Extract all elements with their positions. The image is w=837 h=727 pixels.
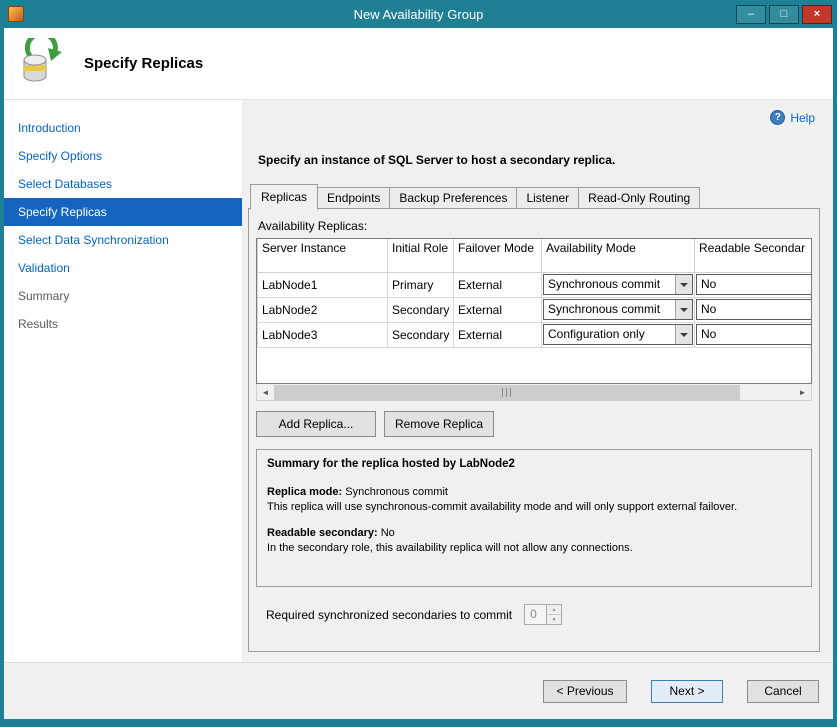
table-row: LabNode1 Primary External Synchronous co…: [258, 272, 813, 297]
tab-replicas[interactable]: Replicas: [250, 184, 318, 210]
scrollbar-grip-icon: [502, 388, 512, 397]
chevron-down-icon: [680, 283, 688, 287]
availability-replicas-grid: Server Instance Initial Role Failover Mo…: [256, 238, 812, 384]
sidebar-item-validation[interactable]: Validation: [4, 254, 242, 282]
spinner-value: 0: [525, 605, 546, 624]
app-icon: [8, 6, 24, 22]
help-link[interactable]: ? Help: [770, 110, 815, 125]
column-header-server-instance: Server Instance: [258, 239, 388, 272]
replica-mode-label: Replica mode:: [267, 486, 342, 498]
wizard-header: Specify Replicas: [4, 28, 833, 100]
column-header-readable-secondary: Readable Secondar: [695, 239, 813, 272]
sidebar-item-specify-replicas[interactable]: Specify Replicas: [4, 198, 242, 226]
readable-secondary-label: Readable secondary:: [267, 527, 378, 539]
maximize-button[interactable]: □: [769, 5, 799, 24]
readable-secondary-dropdown[interactable]: No: [696, 324, 812, 345]
wizard-footer: < Previous Next > Cancel: [4, 662, 833, 719]
remove-replica-button[interactable]: Remove Replica: [384, 411, 494, 437]
availability-mode-dropdown[interactable]: Synchronous commit: [543, 274, 693, 295]
secondaries-to-commit-spinner[interactable]: 0 ▲ ▼: [524, 604, 562, 625]
instruction-text: Specify an instance of SQL Server to hos…: [258, 153, 820, 167]
cell-failover-mode: External: [454, 297, 542, 322]
replica-buttons-row: Add Replica... Remove Replica: [256, 411, 812, 437]
horizontal-scrollbar[interactable]: ◄ ►: [256, 384, 812, 401]
cell-server-instance: LabNode1: [258, 272, 388, 297]
spinner-down-icon[interactable]: ▼: [547, 614, 561, 624]
readable-secondary-dropdown[interactable]: No: [696, 299, 812, 320]
commit-setting-row: Required synchronized secondaries to com…: [256, 604, 812, 625]
cell-failover-mode: External: [454, 322, 542, 347]
new-availability-group-window: New Availability Group – □ × Specify Rep…: [0, 0, 837, 727]
cell-server-instance: LabNode2: [258, 297, 388, 322]
readable-secondary-description: In the secondary role, this availability…: [267, 542, 801, 555]
sidebar-item-summary: Summary: [4, 282, 242, 310]
tab-endpoints[interactable]: Endpoints: [317, 187, 390, 209]
chevron-down-icon: [680, 308, 688, 312]
readable-secondary-dropdown[interactable]: No: [696, 274, 812, 295]
previous-button[interactable]: < Previous: [543, 680, 627, 703]
table-row: LabNode3 Secondary External Configuratio…: [258, 322, 813, 347]
tab-strip: Replicas Endpoints Backup Preferences Li…: [250, 184, 820, 209]
dropdown-button[interactable]: [675, 325, 692, 344]
cell-failover-mode: External: [454, 272, 542, 297]
page-title: Specify Replicas: [84, 55, 203, 72]
close-button[interactable]: ×: [802, 5, 832, 24]
table-row: LabNode2 Secondary External Synchronous …: [258, 297, 813, 322]
replica-database-icon: [18, 38, 64, 89]
spinner-buttons: ▲ ▼: [546, 605, 561, 624]
availability-mode-value: Synchronous commit: [544, 300, 675, 319]
availability-mode-value: Synchronous commit: [544, 275, 675, 294]
window-title: New Availability Group: [4, 7, 833, 22]
readable-secondary-value: No: [381, 527, 395, 539]
readable-secondary-line: Readable secondary: No: [267, 527, 801, 540]
commit-setting-label: Required synchronized secondaries to com…: [266, 608, 512, 622]
window-content: Specify Replicas Introduction Specify Op…: [4, 28, 833, 719]
minimize-button[interactable]: –: [736, 5, 766, 24]
tab-read-only-routing[interactable]: Read-Only Routing: [578, 187, 700, 209]
replica-mode-value: Synchronous commit: [345, 486, 448, 498]
availability-mode-value: Configuration only: [544, 325, 675, 344]
replica-mode-description: This replica will use synchronous-commit…: [267, 501, 801, 514]
add-replica-button[interactable]: Add Replica...: [256, 411, 376, 437]
title-bar: New Availability Group – □ ×: [4, 0, 833, 28]
column-header-failover-mode: Failover Mode: [454, 239, 542, 272]
availability-mode-dropdown[interactable]: Configuration only: [543, 324, 693, 345]
availability-replicas-label: Availability Replicas:: [258, 219, 812, 233]
cell-initial-role: Secondary: [388, 297, 454, 322]
replica-mode-line: Replica mode: Synchronous commit: [267, 486, 801, 499]
next-button[interactable]: Next >: [651, 680, 723, 703]
sidebar-item-select-data-synchronization[interactable]: Select Data Synchronization: [4, 226, 242, 254]
grid-header-row: Server Instance Initial Role Failover Mo…: [258, 239, 813, 272]
cancel-button[interactable]: Cancel: [747, 680, 819, 703]
window-controls: – □ ×: [736, 5, 833, 24]
replicas-tab-panel: Availability Replicas: Server Instance I…: [248, 208, 820, 652]
scroll-right-icon[interactable]: ►: [794, 385, 811, 400]
chevron-down-icon: [680, 333, 688, 337]
sidebar-item-select-databases[interactable]: Select Databases: [4, 170, 242, 198]
sidebar-item-results: Results: [4, 310, 242, 338]
help-label: Help: [790, 111, 815, 125]
sidebar-item-introduction[interactable]: Introduction: [4, 114, 242, 142]
main-panel: ? Help Specify an instance of SQL Server…: [242, 100, 833, 662]
cell-server-instance: LabNode3: [258, 322, 388, 347]
scroll-left-icon[interactable]: ◄: [257, 385, 274, 400]
tab-listener[interactable]: Listener: [516, 187, 579, 209]
wizard-steps-sidebar: Introduction Specify Options Select Data…: [4, 100, 242, 662]
tab-backup-preferences[interactable]: Backup Preferences: [389, 187, 517, 209]
column-header-availability-mode: Availability Mode: [542, 239, 695, 272]
replica-summary-box: Summary for the replica hosted by LabNod…: [256, 449, 812, 587]
availability-mode-dropdown[interactable]: Synchronous commit: [543, 299, 693, 320]
dropdown-button[interactable]: [675, 300, 692, 319]
column-header-initial-role: Initial Role: [388, 239, 454, 272]
help-icon: ?: [770, 110, 785, 125]
spinner-up-icon[interactable]: ▲: [547, 605, 561, 614]
sidebar-item-specify-options[interactable]: Specify Options: [4, 142, 242, 170]
wizard-body: Introduction Specify Options Select Data…: [4, 100, 833, 662]
dropdown-button[interactable]: [675, 275, 692, 294]
cell-initial-role: Primary: [388, 272, 454, 297]
scrollbar-thumb[interactable]: [274, 385, 740, 400]
summary-title: Summary for the replica hosted by LabNod…: [267, 458, 801, 471]
cell-initial-role: Secondary: [388, 322, 454, 347]
